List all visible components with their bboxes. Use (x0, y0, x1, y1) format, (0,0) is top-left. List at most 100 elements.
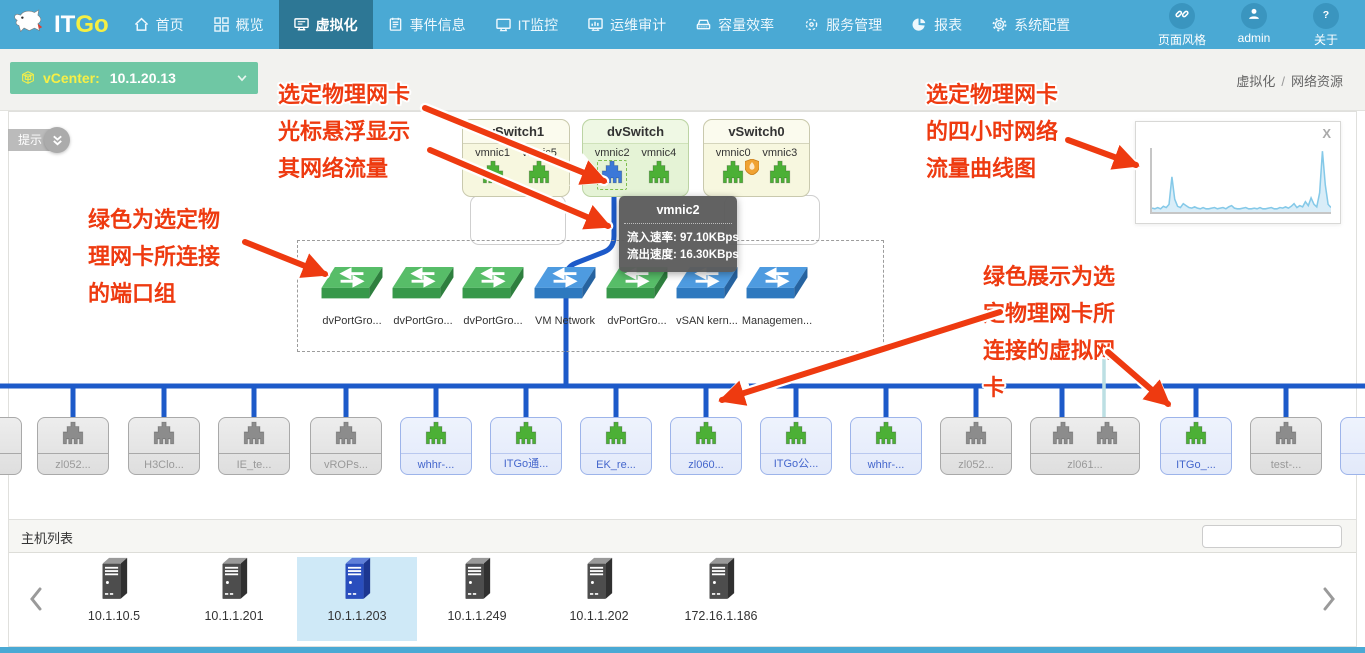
vm-box-zl061...[interactable]: zl061... (1030, 417, 1140, 475)
vmnic-vmnic2[interactable]: vmnic2 (595, 147, 630, 185)
portgroup-Managemen[interactable]: Managemen... (741, 266, 813, 327)
vm-box-H3Clo...[interactable]: H3Clo... (128, 417, 200, 475)
nav-util-question[interactable]: ?关于 (1295, 3, 1357, 48)
link-button[interactable] (1169, 3, 1195, 29)
vswitch-box-vSwitch1[interactable]: vSwitch1 vmnic1 vmnic5 (462, 119, 570, 197)
portgroup-vSANkern[interactable]: vSAN kern... (671, 266, 743, 327)
vm-box-partial-0[interactable] (0, 417, 22, 475)
nic-icon (646, 159, 672, 185)
nav-item-label: 事件信息 (410, 15, 466, 35)
vswitch-box-dvSwitch[interactable]: dvSwitch vmnic2 vmnic4 (582, 119, 689, 197)
vm-label-divider (761, 453, 831, 454)
nav-util-user[interactable]: admin (1223, 3, 1285, 48)
vm-box-partial-15[interactable] (1340, 417, 1365, 475)
portgroup-dvPortGro[interactable]: dvPortGro... (457, 266, 529, 327)
host-ip-label: 10.1.1.201 (204, 609, 263, 623)
nic-icon (693, 420, 719, 446)
vm-nic-area (38, 418, 108, 446)
host-item-10.1.1.249[interactable]: 10.1.1.249 (417, 557, 537, 641)
host-item-10.1.10.5[interactable]: 10.1.10.5 (54, 557, 174, 641)
vm-box-EK_re...[interactable]: EK_re... (580, 417, 652, 475)
vmnic-vmnic4[interactable]: vmnic4 (641, 147, 676, 185)
vm-box-zl052...[interactable]: zl052... (940, 417, 1012, 475)
host-item-172.16.1.186[interactable]: 172.16.1.186 (661, 557, 781, 641)
vswitch-title: dvSwitch (583, 120, 688, 144)
host-ip-label: 10.1.10.5 (88, 609, 140, 623)
report-icon (912, 17, 927, 32)
nav-item-label: 概览 (236, 15, 264, 35)
nav-item-report[interactable]: 报表 (897, 0, 977, 49)
vm-box-test-...[interactable]: test-... (1250, 417, 1322, 475)
breadcrumb-section[interactable]: 虚拟化 (1236, 74, 1275, 89)
vm-box-whhr-...[interactable]: whhr-... (850, 417, 922, 475)
portgroup-label: dvPortGro... (601, 315, 673, 327)
nav-util-link[interactable]: 页面风格 (1151, 3, 1213, 48)
vmnic-vmnic1[interactable]: vmnic1 (475, 147, 510, 185)
vm-nic-area (1341, 418, 1365, 446)
nic-icon (526, 159, 552, 185)
vcenter-selector[interactable]: vCenter: 10.1.20.13 (10, 62, 258, 94)
nav-item-grid[interactable]: 概览 (199, 0, 279, 49)
nav-item-capacity[interactable]: 容量效率 (681, 0, 789, 49)
portgroup-VMNetwork[interactable]: VM Network (529, 266, 601, 327)
nav-item-event[interactable]: 事件信息 (373, 0, 481, 49)
vm-nic-area (311, 418, 381, 446)
vm-label-divider (219, 453, 289, 454)
server-icon (460, 557, 494, 608)
vm-box-IE_te...[interactable]: IE_te... (218, 417, 290, 475)
search-input[interactable] (1203, 526, 1365, 547)
vmnic-vmnic0[interactable]: vmnic0 (716, 147, 751, 185)
nav-item-home[interactable]: 首页 (119, 0, 199, 49)
question-button[interactable]: ? (1313, 3, 1339, 29)
vswitch-title: vSwitch1 (463, 120, 569, 144)
nav-item-ops-audit[interactable]: 运维审计 (573, 0, 681, 49)
dog-logo-icon (12, 7, 50, 42)
vm-label-divider (1161, 453, 1231, 454)
chevrons-down-icon[interactable] (44, 127, 70, 153)
nav-item-it-monitor[interactable]: IT监控 (481, 0, 573, 49)
vmnic-vmnic5[interactable]: vmnic5 (522, 147, 557, 185)
vm-label: ITGo通... (491, 455, 561, 471)
nic-icon (241, 420, 267, 446)
vcenter-value: 10.1.20.13 (110, 70, 236, 86)
portgroup-dvPortGro[interactable]: dvPortGro... (316, 266, 388, 327)
vmnic-vmnic3[interactable]: vmnic3 (762, 147, 797, 185)
selected-nic-outline (597, 160, 627, 190)
vmnic-label: vmnic4 (641, 147, 676, 159)
vswitch-box-vSwitch0[interactable]: vSwitch0vmnic0vmnic3 (703, 119, 810, 197)
hint-badge[interactable]: 提示 (8, 127, 70, 153)
close-icon[interactable]: X (1322, 126, 1331, 141)
tooltip-inflow: 流入速率: 97.10KBps (627, 230, 729, 247)
app-logo[interactable]: ITGo (0, 0, 119, 49)
switch-icon (316, 266, 388, 311)
chevron-down-icon[interactable] (236, 72, 248, 84)
nav-item-virtualization[interactable]: 虚拟化 (279, 0, 373, 49)
chevron-left-icon[interactable] (29, 587, 43, 616)
nav-item-service[interactable]: 服务管理 (789, 0, 897, 49)
nav-item-system-config[interactable]: 系统配置 (977, 0, 1085, 49)
chevron-right-icon[interactable] (1322, 587, 1336, 616)
vm-label-divider (941, 453, 1011, 454)
breadcrumb: 虚拟化/网络资源 (1236, 71, 1343, 90)
host-item-10.1.1.203[interactable]: 10.1.1.203 (297, 557, 417, 641)
portgroup-dvPortGro[interactable]: dvPortGro... (387, 266, 459, 327)
vm-box-ITGo_...[interactable]: ITGo_... (1160, 417, 1232, 475)
vm-nic-area (851, 418, 921, 446)
host-search-box[interactable] (1202, 525, 1342, 548)
vm-box-zl060...[interactable]: zl060... (670, 417, 742, 475)
host-list-title: 主机列表 (21, 528, 73, 547)
portgroup-dvPortGro[interactable]: dvPortGro... (601, 266, 673, 327)
vm-box-zl052...[interactable]: zl052... (37, 417, 109, 475)
user-button[interactable] (1241, 3, 1267, 29)
host-item-10.1.1.201[interactable]: 10.1.1.201 (174, 557, 294, 641)
vm-label: IE_te... (219, 459, 289, 471)
host-item-10.1.1.202[interactable]: 10.1.1.202 (539, 557, 659, 641)
vm-nic-area (1161, 418, 1231, 446)
vm-box-ITGo公...[interactable]: ITGo公... (760, 417, 832, 475)
nav-util-label: 页面风格 (1158, 31, 1206, 48)
vm-box-ITGo通...[interactable]: ITGo通... (490, 417, 562, 475)
vm-box-vROPs...[interactable]: vROPs... (310, 417, 382, 475)
vm-nic-area (129, 418, 199, 446)
vm-box-whhr-...[interactable]: whhr-... (400, 417, 472, 475)
vm-nic-area (941, 418, 1011, 446)
